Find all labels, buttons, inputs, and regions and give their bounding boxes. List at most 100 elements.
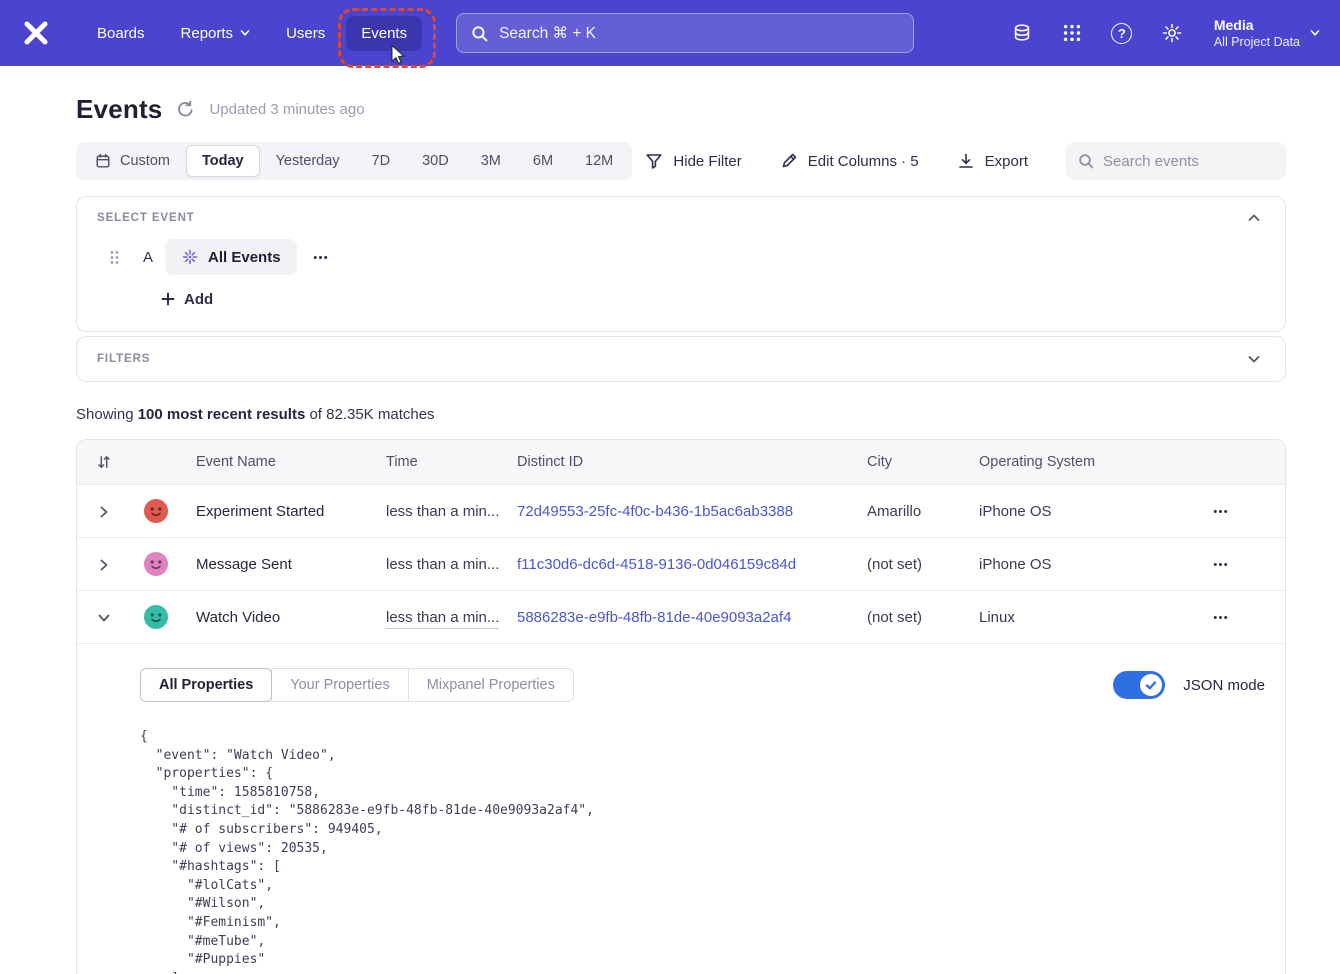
chevron-down-icon [98,612,110,624]
collapse-row-button[interactable] [98,611,110,623]
main-content: Events Updated 3 minutes ago Custom Toda… [0,66,1340,974]
date-custom-label: Custom [120,153,170,169]
column-header-time[interactable]: Time [386,454,517,470]
row-actions-button[interactable] [1210,554,1230,574]
properties-tabs: All Properties Your Properties Mixpanel … [140,668,574,702]
date-6m-button[interactable]: 6M [517,145,569,177]
select-event-section: SELECT EVENT A All Events [76,196,1286,332]
drag-handle-icon[interactable] [109,250,120,265]
tab-all-properties[interactable]: All Properties [140,668,272,702]
global-search[interactable]: Search ⌘ + K [456,13,914,53]
hide-filter-label: Hide Filter [673,153,741,170]
event-row-letter: A [143,249,153,266]
pencil-icon [780,152,798,170]
events-search[interactable] [1066,142,1286,180]
project-selector[interactable]: Media All Project Data [1214,17,1320,50]
date-today-button[interactable]: Today [186,145,260,177]
date-3m-button[interactable]: 3M [465,145,517,177]
event-selector-chip[interactable]: All Events [165,239,297,275]
expand-row-button[interactable] [98,505,110,517]
ellipsis-icon [312,249,329,266]
hide-filter-button[interactable]: Hide Filter [645,152,741,170]
page: Boards Reports Users Events Search ⌘ + K [0,0,1340,974]
cell-os: iPhone OS [979,556,1141,573]
avatar [144,552,168,576]
tab-mixpanel-properties[interactable]: Mixpanel Properties [408,668,574,702]
settings-gear-icon[interactable] [1160,21,1184,45]
date-12m-button[interactable]: 12M [569,145,629,177]
sort-icon[interactable] [96,454,112,470]
mixpanel-logo-icon [20,17,52,49]
nav-boards-label: Boards [97,25,145,42]
mixpanel-logo[interactable] [20,17,52,49]
avatar [144,605,168,629]
column-header-event-name[interactable]: Event Name [181,454,386,470]
date-7d-button[interactable]: 7D [356,145,407,177]
select-event-header: SELECT EVENT [97,211,1265,225]
nav-reports[interactable]: Reports [166,16,266,51]
nav-events[interactable]: Events [346,16,422,51]
event-row: A All Events [97,239,1265,275]
date-30d-button[interactable]: 30D [406,145,465,177]
nav-events-label: Events [361,25,407,42]
nav-users-label: Users [286,25,325,42]
add-event-button[interactable]: Add [161,289,213,309]
table-row: Experiment Started less than a min... 72… [77,485,1285,538]
table-row: Message Sent less than a min... f11c30d6… [77,538,1285,591]
funnel-icon [645,152,663,170]
search-icon [1078,153,1094,169]
nav-users[interactable]: Users [271,16,340,51]
date-yesterday-button[interactable]: Yesterday [260,145,356,177]
help-circle [1111,23,1132,44]
cell-time-text: less than a min... [386,609,499,629]
project-name: Media [1214,17,1300,34]
project-text: Media All Project Data [1214,17,1300,50]
cell-distinct-id-link[interactable]: 5886283e-e9fb-48fb-81de-40e9093a2af4 [517,609,791,626]
filters-section: FILTERS [76,336,1286,382]
ellipsis-icon [1212,609,1229,626]
apps-grid-icon[interactable] [1060,21,1084,45]
date-6m-label: 6M [533,153,553,169]
data-icon[interactable] [1010,21,1034,45]
cell-distinct-id-link[interactable]: f11c30d6-dc6d-4518-9136-0d046159c84d [517,556,796,573]
date-yesterday-label: Yesterday [276,153,340,169]
chevron-down-icon [1310,28,1320,38]
cell-os: iPhone OS [979,503,1141,520]
date-12m-label: 12M [585,153,613,169]
column-header-distinct-id[interactable]: Distinct ID [517,454,867,470]
events-search-input[interactable] [1103,153,1274,170]
expand-row-button[interactable] [98,558,110,570]
json-mode-toggle[interactable] [1113,671,1165,699]
select-event-label: SELECT EVENT [97,212,195,224]
chevron-up-icon[interactable] [1247,211,1261,225]
json-viewer[interactable]: { "event": "Watch Video", "properties": … [140,728,1265,974]
date-custom-button[interactable]: Custom [79,145,186,177]
row-actions-button[interactable] [1210,501,1230,521]
plus-icon [161,292,175,306]
chevron-right-icon [98,506,110,518]
row-actions-button[interactable] [1210,607,1230,627]
results-summary: Showing 100 most recent results of 82.35… [76,406,1286,425]
tab-your-properties[interactable]: Your Properties [271,668,408,702]
download-icon [957,152,975,170]
column-header-city[interactable]: City [867,454,979,470]
cell-distinct-id-link[interactable]: 72d49553-25fc-4f0c-b436-1b5ac6ab3388 [517,503,793,520]
page-title: Events [76,94,162,125]
nav-boards[interactable]: Boards [82,16,160,51]
chevron-down-icon[interactable] [1247,352,1261,366]
nav-reports-label: Reports [181,25,234,42]
date-today-label: Today [202,153,244,169]
edit-columns-button[interactable]: Edit Columns · 5 [780,152,919,170]
column-header-os[interactable]: Operating System [979,454,1141,470]
help-icon[interactable] [1110,21,1134,45]
global-search-placeholder: Search ⌘ + K [499,24,596,43]
event-options-button[interactable] [311,247,331,267]
edit-columns-label: Edit Columns · 5 [808,153,919,170]
check-icon [1145,679,1157,691]
search-icon [471,25,488,42]
results-suffix: of 82.35K matches [305,406,434,423]
refresh-icon[interactable] [176,100,195,119]
add-event-label: Add [184,291,213,308]
export-button[interactable]: Export [957,152,1028,170]
event-detail-panel: All Properties Your Properties Mixpanel … [77,644,1285,974]
